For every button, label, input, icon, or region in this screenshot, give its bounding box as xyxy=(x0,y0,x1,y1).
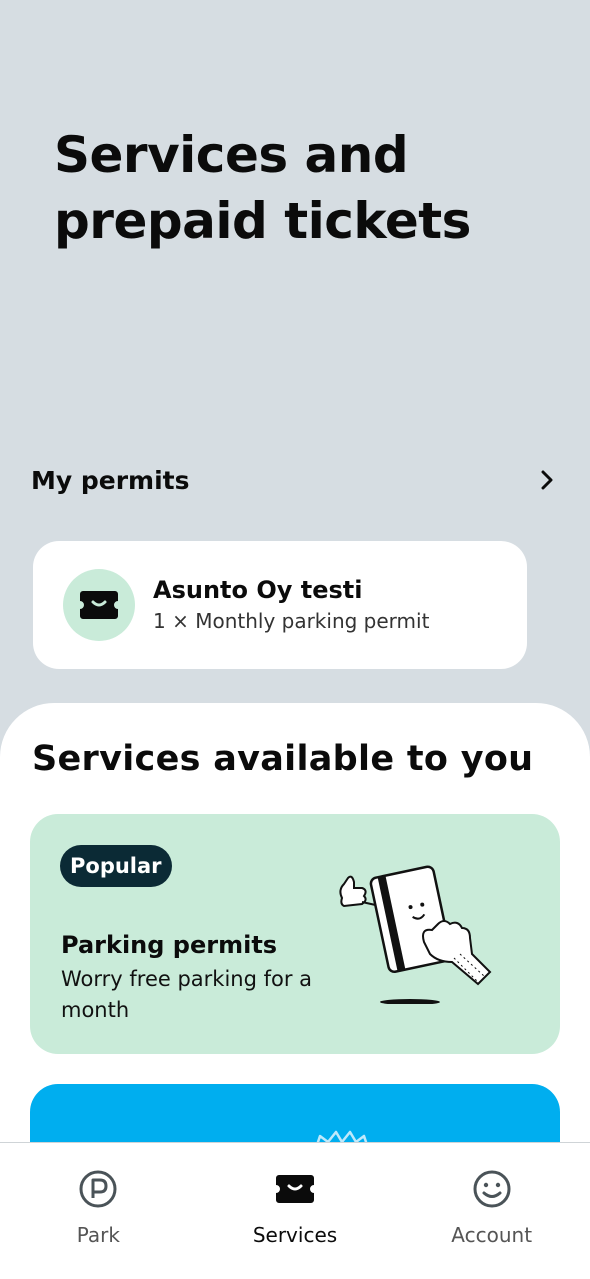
permit-card[interactable]: Asunto Oy testi 1 × Monthly parking perm… xyxy=(33,541,527,669)
tab-label-services: Services xyxy=(252,1223,338,1247)
parking-icon xyxy=(78,1169,118,1209)
permit-subtitle: 1 × Monthly parking permit xyxy=(153,609,430,633)
tab-services[interactable]: Services xyxy=(197,1143,394,1279)
tab-label-account: Account xyxy=(451,1223,533,1247)
bottom-tab-bar: Park Services Account xyxy=(0,1142,590,1279)
chevron-right-icon[interactable] xyxy=(533,466,561,494)
hand-holding-card-illustration xyxy=(339,865,492,1004)
services-title: Services available to you xyxy=(32,739,534,779)
ticket-icon xyxy=(63,569,135,641)
tab-park[interactable]: Park xyxy=(0,1143,197,1279)
promo-title: Parking permits xyxy=(61,931,278,959)
popular-badge: Popular xyxy=(60,845,172,887)
my-permits-label: My permits xyxy=(31,465,190,495)
smiley-icon xyxy=(472,1169,512,1209)
permit-title: Asunto Oy testi xyxy=(153,576,363,604)
tab-label-park: Park xyxy=(76,1223,120,1247)
page-title: Services and prepaid tickets xyxy=(54,126,471,250)
tab-account[interactable]: Account xyxy=(393,1143,590,1279)
my-permits-header[interactable]: My permits xyxy=(31,462,561,498)
ticket-icon xyxy=(275,1169,315,1209)
parking-permits-card[interactable]: Popular Parking permits Worry free parki… xyxy=(30,814,560,1054)
promo-description: Worry free parking for a month xyxy=(61,967,313,1022)
